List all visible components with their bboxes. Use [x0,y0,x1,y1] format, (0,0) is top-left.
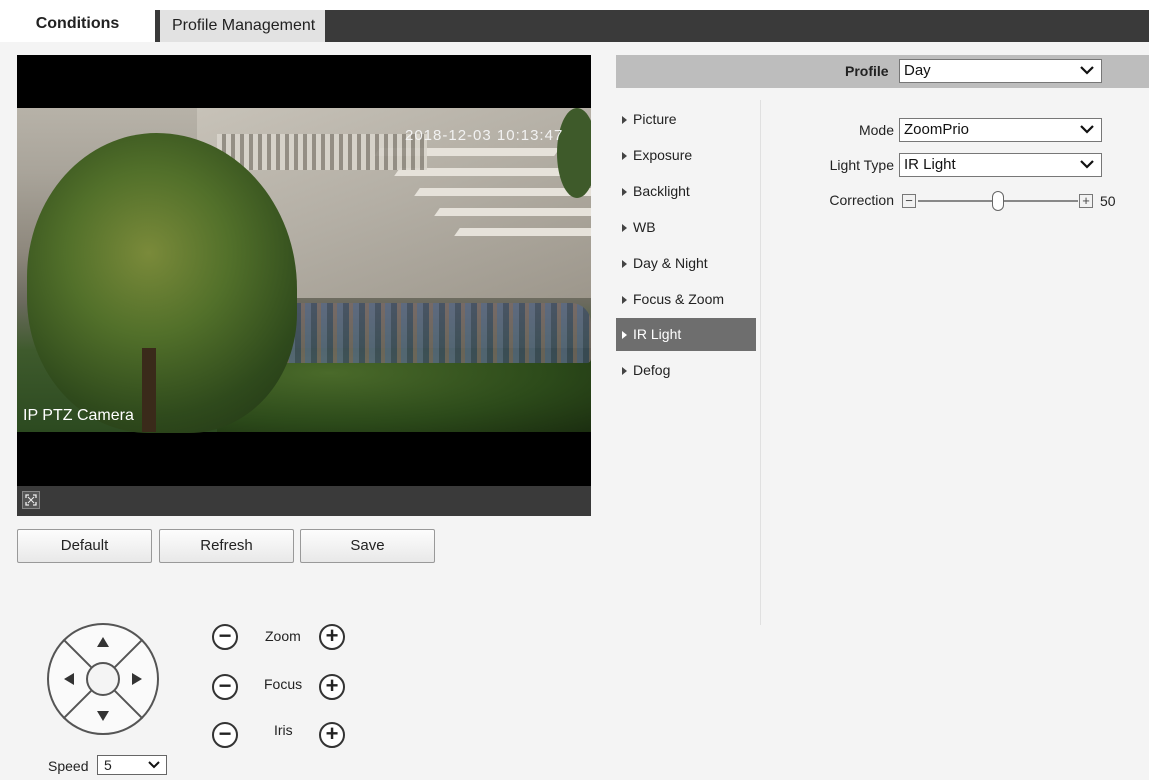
save-button[interactable]: Save [300,529,435,563]
focus-plus-icon[interactable]: + [319,674,345,700]
correction-slider-thumb[interactable] [992,191,1004,211]
arrow-left-icon[interactable] [64,673,74,685]
light-type-label: Light Type [829,157,894,173]
chevron-down-icon [1080,66,1094,75]
chevron-down-icon [1080,160,1094,169]
correction-plus-icon[interactable]: + [1079,194,1093,208]
profile-label: Profile [845,63,889,79]
zoom-out-icon[interactable]: − [212,624,238,650]
profile-value: Day [904,62,931,79]
tab-bar: Conditions Profile Management [0,8,1149,42]
zoom-in-icon[interactable]: + [319,624,345,650]
menu-item-exposure[interactable]: Exposure [616,139,756,172]
chevron-down-icon [148,761,160,769]
menu-item-ir-light[interactable]: IR Light [616,318,756,351]
mode-label: Mode [858,122,894,138]
mode-value: ZoomPrio [904,121,970,138]
arrow-down-icon[interactable] [97,711,109,721]
profile-select[interactable]: Day [899,59,1102,83]
speed-value: 5 [104,757,112,773]
menu-item-wb[interactable]: WB [616,211,756,244]
zoom-label: Zoom [265,628,301,644]
focus-label: Focus [264,676,303,692]
chevron-down-icon [1080,125,1094,134]
caret-right-icon [622,260,627,269]
caret-right-icon [622,224,627,233]
caret-right-icon [622,188,627,197]
video-toolbar [17,486,591,516]
arrow-up-icon[interactable] [97,637,109,647]
caret-right-icon [622,116,627,125]
camera-image [17,108,591,433]
iris-plus-icon[interactable]: + [319,722,345,748]
video-preview: 2018-12-03 10:13:47 IP PTZ Camera [17,55,591,516]
arrow-right-icon[interactable] [132,673,142,685]
panel-divider [760,100,761,625]
osd-camera-name: IP PTZ Camera [23,407,134,424]
default-button[interactable]: Default [17,529,152,563]
menu-item-day-night[interactable]: Day & Night [616,247,756,280]
caret-right-icon [622,367,627,376]
caret-right-icon [622,152,627,161]
mode-select[interactable]: ZoomPrio [899,118,1102,142]
menu-item-backlight[interactable]: Backlight [616,175,756,208]
caret-right-icon [622,296,627,305]
light-type-value: IR Light [904,156,956,173]
caret-right-icon [622,331,627,340]
menu-item-defog[interactable]: Defog [616,354,756,387]
tab-profile-management[interactable]: Profile Management [155,10,325,42]
iris-label: Iris [274,722,293,738]
tab-conditions[interactable]: Conditions [0,8,155,42]
osd-timestamp: 2018-12-03 10:13:47 [405,127,564,144]
iris-minus-icon[interactable]: − [212,722,238,748]
focus-minus-icon[interactable]: − [212,674,238,700]
ptz-center-button[interactable] [86,662,120,696]
speed-label: Speed [48,758,89,774]
speed-select[interactable]: 5 [97,755,167,775]
correction-minus-icon[interactable]: − [902,194,916,208]
menu-item-focus-zoom[interactable]: Focus & Zoom [616,283,756,316]
correction-label: Correction [829,192,894,208]
fullscreen-icon[interactable] [22,491,40,509]
refresh-button[interactable]: Refresh [159,529,294,563]
light-type-select[interactable]: IR Light [899,153,1102,177]
correction-value: 50 [1100,193,1116,209]
menu-item-picture[interactable]: Picture [616,103,756,136]
